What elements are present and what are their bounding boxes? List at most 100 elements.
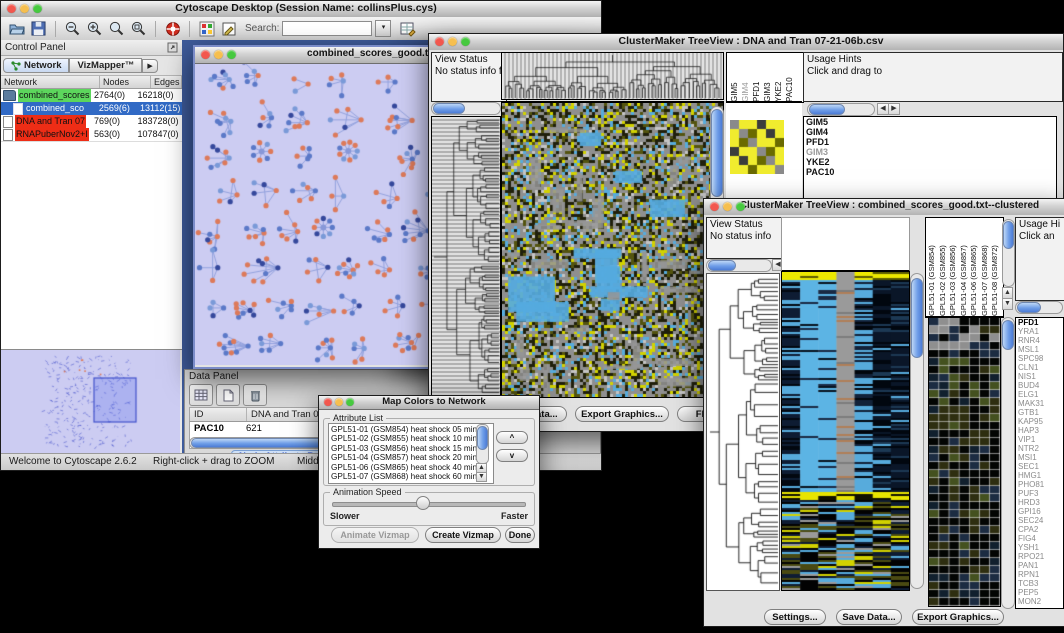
- tab-overflow-button[interactable]: ▶: [142, 59, 157, 73]
- close-button[interactable]: [7, 4, 16, 13]
- attribute-item[interactable]: GPL51-07 (GSM868) heat shock 60 min: [331, 472, 491, 481]
- gene-label[interactable]: GPI16: [1016, 507, 1063, 516]
- gene-label[interactable]: PFD1: [1016, 318, 1063, 327]
- gene-label[interactable]: HAP3: [1016, 426, 1063, 435]
- gene-label[interactable]: MSL1: [1016, 345, 1063, 354]
- gene-label[interactable]: PHO81: [1016, 480, 1063, 489]
- network-row-combined-sco-selected[interactable]: combined_sco 2569(6) 13112(15): [1, 102, 182, 115]
- scrollbar-thumb[interactable]: [1002, 320, 1014, 350]
- gene-label[interactable]: NIS1: [1016, 372, 1063, 381]
- gene-label[interactable]: MSI1: [1016, 453, 1063, 462]
- vizmapper-button[interactable]: [197, 19, 216, 38]
- gene-label[interactable]: GIM4: [804, 127, 1056, 137]
- gene-label[interactable]: SPC98: [1016, 354, 1063, 363]
- close-button[interactable]: [710, 202, 719, 211]
- gene-label[interactable]: GIM3: [804, 147, 1056, 157]
- gene-label[interactable]: PUF3: [1016, 489, 1063, 498]
- gene-label[interactable]: PFD1: [804, 137, 1056, 147]
- minimize-button[interactable]: [448, 37, 457, 46]
- dialog-title-bar[interactable]: Map Colors to Network: [319, 396, 539, 410]
- gene-label[interactable]: FIG4: [1016, 534, 1063, 543]
- treeview2-title-bar[interactable]: ClusterMaker TreeView : combined_scores_…: [704, 199, 1064, 216]
- zoom-button[interactable]: [461, 37, 470, 46]
- save-session-button[interactable]: [29, 19, 48, 38]
- minimize-button[interactable]: [335, 398, 343, 406]
- float-panel-icon[interactable]: [167, 42, 178, 53]
- annotation-button[interactable]: [219, 19, 238, 38]
- gene-label[interactable]: GTB1: [1016, 408, 1063, 417]
- attribute-list-scrollbar[interactable]: [476, 424, 489, 464]
- minimize-button[interactable]: [20, 4, 29, 13]
- column-header-nodes[interactable]: Nodes: [100, 76, 151, 88]
- column-header-network[interactable]: Network: [1, 76, 100, 88]
- gene-label[interactable]: YSH1: [1016, 543, 1063, 552]
- zoom-out-button[interactable]: [63, 19, 82, 38]
- network-row-rnapuber[interactable]: RNAPuberNov2+I 563(0) 107847(0): [1, 128, 182, 141]
- treeview2-zoom-heatmap[interactable]: [928, 317, 1001, 607]
- scrollbar-thumb[interactable]: [711, 109, 723, 197]
- treeview1-heatmap[interactable]: [501, 101, 724, 398]
- treeview2-zoom-vscrollbar[interactable]: [1001, 317, 1015, 609]
- scrollbar-thumb[interactable]: [708, 260, 736, 271]
- gene-label[interactable]: CPA2: [1016, 525, 1063, 534]
- gene-label[interactable]: NTR2: [1016, 444, 1063, 453]
- scrollbar-thumb[interactable]: [911, 278, 923, 358]
- gene-label[interactable]: TCB3: [1016, 579, 1063, 588]
- close-button[interactable]: [201, 50, 210, 59]
- search-input[interactable]: [282, 21, 372, 36]
- gene-label[interactable]: CLN1: [1016, 363, 1063, 372]
- create-vizmap-button[interactable]: Create Vizmap: [425, 527, 501, 543]
- zoom-button[interactable]: [346, 398, 354, 406]
- search-dropdown-arrow[interactable]: ▾: [375, 20, 391, 37]
- birdseye-view[interactable]: [1, 349, 182, 454]
- minimize-button[interactable]: [723, 202, 732, 211]
- zoom-button[interactable]: [227, 50, 236, 59]
- tv1-export-graphics-button[interactable]: Export Graphics...: [575, 406, 669, 422]
- move-up-button[interactable]: ^: [496, 431, 528, 444]
- gene-label[interactable]: HRD3: [1016, 498, 1063, 507]
- attribute-list[interactable]: GPL51-01 (GSM854) heat shock 05 minGPL51…: [328, 423, 494, 484]
- tv2-export-graphics-button[interactable]: Export Graphics...: [912, 609, 1004, 625]
- gene-label[interactable]: MON2: [1016, 597, 1063, 606]
- zoom-selected-button[interactable]: [129, 19, 148, 38]
- gene-label[interactable]: ELG1: [1016, 390, 1063, 399]
- move-down-button[interactable]: v: [496, 449, 528, 462]
- gene-label[interactable]: PEP5: [1016, 588, 1063, 597]
- gene-label[interactable]: RPO21: [1016, 552, 1063, 561]
- minimize-button[interactable]: [214, 50, 223, 59]
- scroll-down-arrow[interactable]: ▼: [1002, 298, 1013, 310]
- speed-slider-thumb[interactable]: [416, 496, 430, 510]
- zoom-button[interactable]: [736, 202, 745, 211]
- gene-label[interactable]: YKE2: [804, 157, 1056, 167]
- treeview2-genelist-hscrollbar[interactable]: [1015, 301, 1063, 314]
- scroll-right-arrow[interactable]: ▶: [888, 103, 900, 115]
- network-row-dna-tran[interactable]: DNA and Tran 07 769(0) 183728(0): [1, 115, 182, 128]
- column-header-edges[interactable]: Edges: [151, 76, 182, 88]
- treeview2-column-dendrogram-area[interactable]: [781, 217, 910, 272]
- attribute-item[interactable]: GPL51-02 (GSM855) heat shock 10 min: [331, 434, 491, 443]
- gene-label[interactable]: SEC24: [1016, 516, 1063, 525]
- gene-label[interactable]: BUD4: [1016, 381, 1063, 390]
- treeview1-left-hscrollbar[interactable]: [431, 102, 501, 115]
- animate-vizmap-button[interactable]: Animate Vizmap: [331, 527, 419, 543]
- attribute-item[interactable]: GPL51-03 (GSM856) heat shock 15 min: [331, 444, 491, 453]
- treeview1-right-hscrollbar[interactable]: [807, 103, 875, 116]
- treeview1-column-dendrogram[interactable]: [501, 52, 724, 100]
- tv2-settings-button[interactable]: Settings...: [764, 609, 826, 625]
- gene-label[interactable]: KAP95: [1016, 417, 1063, 426]
- zoom-in-button[interactable]: [85, 19, 104, 38]
- scrollbar-thumb[interactable]: [433, 103, 465, 114]
- new-attribute-button[interactable]: [216, 384, 240, 406]
- gene-label[interactable]: VIP1: [1016, 435, 1063, 444]
- table-import-button[interactable]: [398, 19, 417, 38]
- tv2-save-data-button[interactable]: Save Data...: [836, 609, 902, 625]
- gene-label[interactable]: SEC1: [1016, 462, 1063, 471]
- column-header-id[interactable]: ID: [190, 408, 247, 421]
- scrollbar-thumb[interactable]: [1017, 302, 1041, 313]
- gene-label[interactable]: HMG1: [1016, 471, 1063, 480]
- scrollbar-thumb[interactable]: [477, 426, 488, 450]
- gene-label[interactable]: RPN1: [1016, 570, 1063, 579]
- tab-vizmapper[interactable]: VizMapper™: [69, 58, 142, 73]
- treeview2-gene-list[interactable]: PFD1YRA1RNR4MSL1SPC98CLN1NIS1BUD4ELG1MAK…: [1015, 317, 1064, 609]
- gene-label[interactable]: PAC10: [804, 167, 1056, 177]
